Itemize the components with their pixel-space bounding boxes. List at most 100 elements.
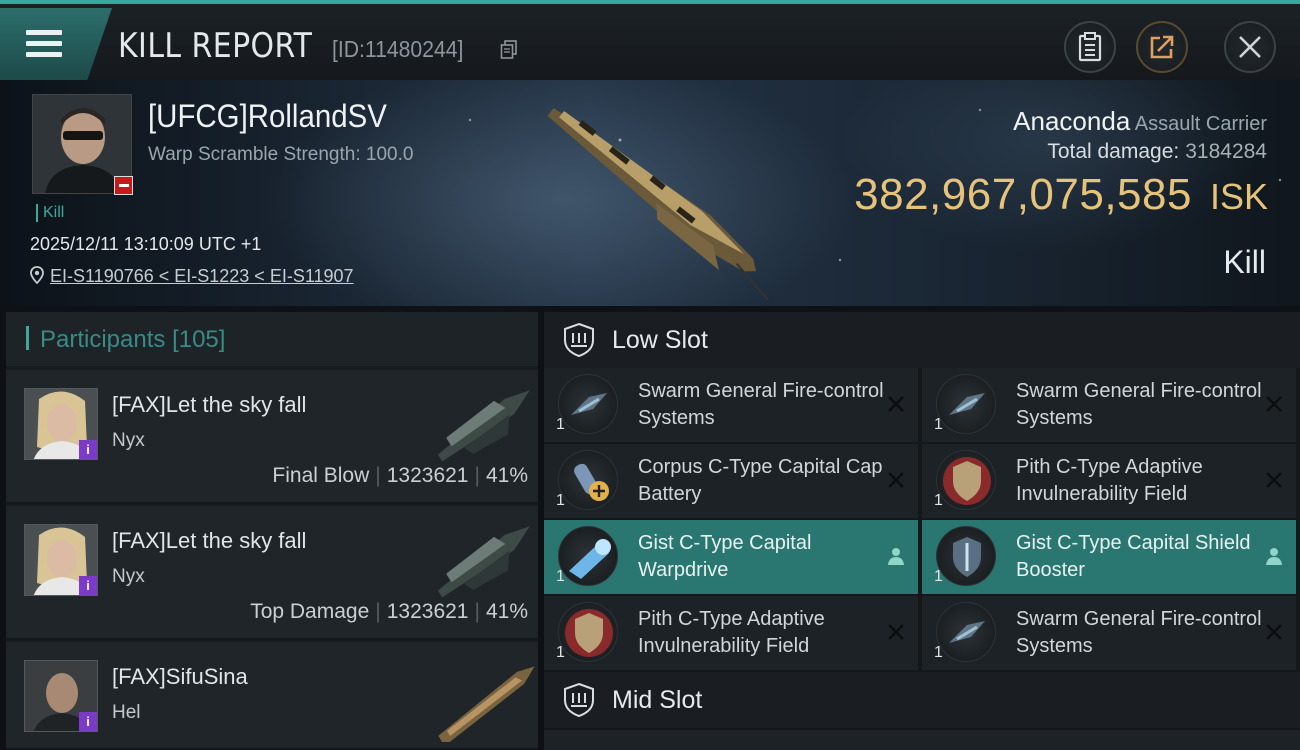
invulnerability-field-icon: [936, 450, 996, 510]
copy-icon[interactable]: [500, 40, 518, 60]
module-name: Swarm General Fire-control Systems: [1016, 608, 1262, 657]
mid-slot-row[interactable]: [544, 730, 1300, 750]
fitting-panel[interactable]: Low Slot 1 Swarm General Fire-control Sy…: [544, 312, 1300, 750]
invulnerability-field-icon: [558, 602, 618, 662]
low-slot-header: Low Slot: [544, 312, 1300, 368]
module-quantity: 1: [556, 492, 565, 509]
participant-stats: Final Blow | 1323621 | 41%: [272, 464, 528, 487]
warp-scramble-strength: Warp Scramble Strength: 100.0: [148, 144, 414, 165]
module-name: Swarm General Fire-control Systems: [1016, 380, 1262, 429]
participant-name: [FAX]Let the sky fall: [112, 392, 307, 417]
participant-stats: Top Damage | 1323621 | 41%: [250, 600, 528, 623]
module-quantity: 1: [556, 568, 565, 585]
participant-name: [FAX]Let the sky fall: [112, 528, 307, 553]
module-quantity: 1: [556, 416, 565, 433]
top-bar: KILL REPORT [ID:11480244]: [0, 0, 1300, 80]
report-id: [ID:11480244]: [332, 36, 464, 62]
module-slot[interactable]: 1 Swarm General Fire-control Systems: [922, 596, 1296, 670]
destroyed-icon: [888, 396, 904, 412]
location-pin-icon: [30, 266, 44, 284]
ship-name: Anaconda: [1013, 106, 1131, 136]
destroyed-icon: [888, 624, 904, 640]
fire-control-icon: [558, 374, 618, 434]
module-quantity: 1: [934, 644, 943, 661]
participant-badge: i: [79, 576, 97, 596]
location-link[interactable]: EI-S1190766 < EI-S1223 < EI-S11907: [50, 266, 354, 286]
stat-label: Final Blow: [272, 464, 370, 487]
module-name: Pith C-Type Adaptive Invulnerability Fie…: [1016, 456, 1203, 505]
module-quantity: 1: [556, 644, 565, 661]
destroyed-icon: [1266, 624, 1282, 640]
participant-badge: i: [79, 712, 97, 732]
page-title: KILL REPORT: [118, 26, 313, 66]
participant-ship: Hel: [112, 702, 141, 723]
participants-panel[interactable]: Participants [105] i [FAX]Let the sky fa…: [6, 312, 538, 750]
ship-type[interactable]: Anaconda Assault Carrier: [1013, 106, 1267, 137]
module-slot[interactable]: 1 Swarm General Fire-control Systems: [922, 368, 1296, 442]
module-name: Gist C-Type Capital Shield Booster: [1016, 532, 1251, 581]
kill-result: Kill: [1223, 244, 1266, 280]
module-name: Gist C-Type Capital Warpdrive: [638, 532, 812, 581]
participant-row[interactable]: i [FAX]Let the sky fall Nyx Top Damage | 1…: [6, 506, 538, 640]
total-damage-label: Total damage:: [1047, 140, 1180, 163]
module-slot[interactable]: 1 Gist C-Type Capital Warpdrive: [544, 520, 918, 594]
share-icon: [1150, 35, 1174, 59]
kill-tag: Kill: [36, 204, 64, 222]
victim-summary: [UFCG]RollandSV Warp Scramble Strength: …: [0, 80, 1300, 306]
module-quantity: 1: [934, 492, 943, 509]
participant-ship: Nyx: [112, 430, 145, 451]
total-damage: Total damage: 3184284: [1047, 140, 1267, 164]
participant-ship-image: [437, 526, 530, 598]
stat-label: Top Damage: [250, 600, 370, 623]
module-name: Pith C-Type Adaptive Invulnerability Fie…: [638, 608, 825, 657]
destroyed-icon: [1266, 472, 1282, 488]
isk-value: 382,967,075,585 ISK: [854, 170, 1268, 220]
mid-slot-header: Mid Slot: [544, 672, 1300, 728]
participants-count: [105]: [172, 326, 226, 353]
participants-header: Participants [105]: [6, 312, 538, 366]
destroyed-icon: [1266, 396, 1282, 412]
module-name: Swarm General Fire-control Systems: [638, 380, 884, 429]
ship-class: Assault Carrier: [1134, 113, 1267, 135]
participant-ship: Nyx: [112, 566, 145, 587]
close-icon: [1239, 36, 1261, 58]
close-button[interactable]: [1224, 21, 1276, 73]
participant-row[interactable]: i [FAX]Let the sky fall Nyx Final Blow | 1…: [6, 370, 538, 504]
module-slot[interactable]: 1 Gist C-Type Capital Shield Booster: [922, 520, 1296, 594]
participant-ship-image: [437, 390, 530, 462]
module-quantity: 1: [934, 416, 943, 433]
mid-slot-label: Mid Slot: [612, 686, 703, 714]
module-slot[interactable]: 1 Pith C-Type Adaptive Invulnerability F…: [544, 596, 918, 670]
module-slot[interactable]: 1 Swarm General Fire-control Systems: [544, 368, 918, 442]
mid-slot-icon: [564, 682, 594, 718]
participant-row[interactable]: i [FAX]SifuSina Hel: [6, 642, 538, 750]
damage-value: 1323621: [386, 600, 469, 623]
share-button[interactable]: [1136, 21, 1188, 73]
menu-button[interactable]: [0, 8, 112, 80]
hostile-badge: [114, 176, 133, 195]
module-quantity: 1: [934, 568, 943, 585]
total-damage-value: 3184284: [1185, 140, 1267, 163]
clipboard-icon: [1078, 32, 1102, 62]
shield-booster-icon: [936, 526, 996, 586]
fire-control-icon: [936, 374, 996, 434]
clipboard-button[interactable]: [1064, 21, 1116, 73]
module-slot[interactable]: 1 Pith C-Type Adaptive Invulnerability F…: [922, 444, 1296, 518]
participant-name: [FAX]SifuSina: [112, 664, 248, 689]
dropped-user-icon: [1266, 548, 1282, 565]
module-slot[interactable]: 1 Corpus C-Type Capital Cap Battery: [544, 444, 918, 518]
victim-name[interactable]: [UFCG]RollandSV: [148, 98, 387, 135]
fire-control-icon: [936, 602, 996, 662]
ship-image: [547, 107, 771, 300]
participant-badge: i: [79, 440, 97, 460]
destroyed-icon: [888, 472, 904, 488]
kill-location: EI-S1190766 < EI-S1223 < EI-S11907: [30, 266, 354, 287]
damage-percent: 41%: [485, 600, 528, 623]
module-name: Corpus C-Type Capital Cap Battery: [638, 456, 883, 505]
participants-label: Participants: [40, 326, 166, 353]
warpdrive-icon: [558, 526, 618, 586]
kill-datetime: 2025/12/11 13:10:09 UTC +1: [30, 234, 262, 254]
damage-value: 1323621: [386, 464, 469, 487]
isk-unit: ISK: [1209, 176, 1268, 217]
low-slot-icon: [564, 322, 594, 358]
